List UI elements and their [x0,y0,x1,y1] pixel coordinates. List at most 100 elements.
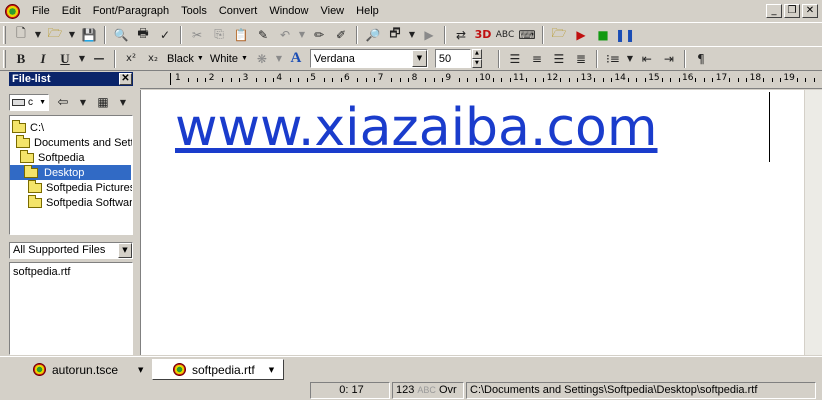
cut-icon[interactable]: ✂ [186,25,208,45]
superscript-button[interactable]: x² [120,49,142,69]
3d-icon[interactable]: 3D [472,25,494,45]
back-dropdown-icon[interactable]: ▼ [77,92,89,112]
tab-autorun[interactable]: autorun.tsce ▼ [33,359,149,380]
chevron-down-icon[interactable]: ▼ [118,243,132,258]
find-icon[interactable]: 🔎 [362,25,384,45]
drive-select[interactable]: c ▼ [9,93,49,111]
file-list[interactable]: softpedia.rtf [9,262,133,355]
ruler[interactable]: 1 2 3 4 5 6 7 8 9 10 11 12 13 14 15 16 17 18 19 [140,71,822,89]
spin-up-icon[interactable]: ▲ [471,49,482,59]
undo-dropdown-icon[interactable]: ▼ [296,25,308,45]
italic-button[interactable]: I [32,49,54,69]
bold-button[interactable]: B [10,49,32,69]
tree-item-selected[interactable]: Desktop [10,164,131,180]
windows-dropdown-icon[interactable]: ▼ [406,25,418,45]
line-count: 123 [396,384,415,396]
print-icon[interactable]: 🖶 [132,25,154,45]
paragraph-marks-icon[interactable]: ¶ [690,49,712,69]
stop-macro-icon[interactable]: ■ [592,25,614,45]
folder-tree[interactable]: C:\ Documents and Settings Softpedia Des… [9,115,133,235]
app-icon[interactable] [5,3,20,19]
chevron-down-icon[interactable]: ▼ [138,366,143,374]
open-folder-icon[interactable]: 🗁 [44,25,66,45]
restore-button[interactable]: ❐ [784,4,800,18]
format-painter-icon[interactable]: ✎ [252,25,274,45]
vertical-scrollbar[interactable] [804,90,822,355]
align-left-icon[interactable]: ☰ [504,49,526,69]
left-indent-marker[interactable] [170,73,171,85]
tree-item[interactable]: Softpedia Software [28,194,132,210]
toolbar-grip[interactable] [3,25,6,44]
spin-down-icon[interactable]: ▼ [471,58,482,68]
close-icon[interactable]: ✕ [119,73,132,85]
views-icon[interactable]: ▦ [95,92,111,112]
increase-indent-icon[interactable]: ⇥ [658,49,680,69]
font-dialog-icon[interactable]: A [285,49,307,69]
tree-item[interactable]: C:\ [12,119,44,135]
ruler-tick [670,78,672,82]
tab-softpedia[interactable]: softpedia.rtf ▼ [152,359,284,380]
subscript-button[interactable]: x₂ [142,49,164,69]
background-color-button[interactable]: White ▼ [207,49,251,69]
save-icon[interactable]: 💾 [78,25,100,45]
decrease-indent-icon[interactable]: ⇤ [636,49,658,69]
menu-file[interactable]: File [26,5,56,17]
close-button[interactable]: ✕ [802,4,818,18]
run-macro-icon[interactable]: ▶ [570,25,592,45]
font-name-combo[interactable]: Verdana ▼ [309,49,428,68]
spell-check-icon[interactable]: ✓ [154,25,176,45]
tree-item[interactable]: Softpedia Pictures [28,179,132,195]
separator [356,25,358,44]
document-editor[interactable]: www.xiazaiba.com [140,90,804,355]
menu-window[interactable]: Window [263,5,314,17]
windows-icon[interactable]: 🗗 [384,25,406,45]
new-dropdown-icon[interactable]: ▼ [32,25,44,45]
chevron-down-icon[interactable]: ▼ [411,50,427,67]
new-document-icon[interactable]: 🗋 [10,25,32,45]
open-dropdown-icon[interactable]: ▼ [66,25,78,45]
menu-font-paragraph[interactable]: Font/Paragraph [87,5,175,17]
text-color-button[interactable]: Black ▼ [164,49,207,69]
underline-dropdown-icon[interactable]: ▼ [76,49,88,69]
align-right-icon[interactable]: ☰ [548,49,570,69]
underline-button[interactable]: U [54,49,76,69]
chevron-down-icon[interactable]: ▼ [269,366,274,374]
menu-edit[interactable]: Edit [56,5,87,17]
paste-icon[interactable]: 📋 [230,25,252,45]
play-disabled-icon[interactable]: ▶ [418,25,440,45]
menu-help[interactable]: Help [350,5,385,17]
highlight-icon[interactable]: ✏ [308,25,330,45]
tree-item[interactable]: Documents and Settings [16,134,132,150]
tree-item[interactable]: Softpedia [20,149,84,165]
menu-tools[interactable]: Tools [175,5,213,17]
back-arrow-icon[interactable]: ⇦ [55,92,71,112]
toolbar-grip[interactable] [3,49,6,68]
print-preview-icon[interactable]: 🔍 [110,25,132,45]
file-list-item[interactable]: softpedia.rtf [13,266,132,278]
marker-icon[interactable]: ✐ [330,25,352,45]
undo-icon[interactable]: ↶ [274,25,296,45]
views-dropdown-icon[interactable]: ▼ [117,92,129,112]
document-text[interactable]: www.xiazaiba.com [175,98,658,158]
convert-icon[interactable]: ⇄ [450,25,472,45]
effects-dropdown-icon[interactable]: ▼ [273,49,285,69]
file-type-filter[interactable]: All Supported Files ▼ [9,242,133,259]
copy-icon[interactable]: ⎘ [208,25,230,45]
bullets-dropdown-icon[interactable]: ▼ [624,49,636,69]
abc-check-icon[interactable]: ABC [494,25,516,45]
font-size-field[interactable]: 50 [434,49,471,68]
open-macro-icon[interactable]: 🗁 [548,25,570,45]
effects-icon[interactable]: ❋ [251,49,273,69]
dictionary-icon[interactable]: ⌨ [516,25,538,45]
pause-macro-icon[interactable]: ❚❚ [614,25,636,45]
chevron-down-icon[interactable]: ▼ [39,95,46,110]
menu-view[interactable]: View [314,5,350,17]
ruler-tick [805,78,807,82]
align-center-icon[interactable]: ≡ [526,49,548,69]
font-size-spinner[interactable]: ▲ ▼ [471,49,482,68]
justify-icon[interactable]: ≣ [570,49,592,69]
minimize-button[interactable]: _ [766,4,782,18]
bullets-icon[interactable]: ⁝≡ [602,49,624,69]
strikethrough-icon[interactable]: — [88,49,110,69]
menu-convert[interactable]: Convert [213,5,264,17]
